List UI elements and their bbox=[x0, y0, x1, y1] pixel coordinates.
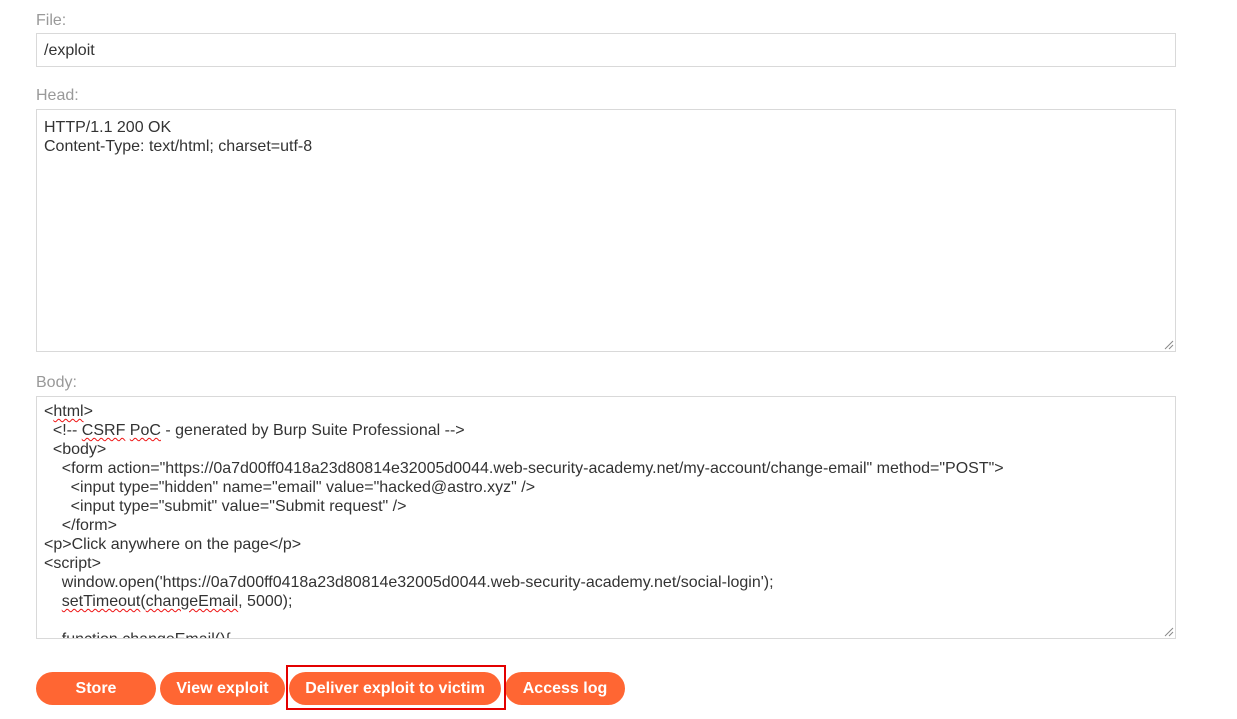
resize-grip-icon[interactable] bbox=[1163, 339, 1174, 350]
view-exploit-button[interactable]: View exploit bbox=[160, 672, 285, 705]
body-line: window.open('https://0a7d00ff0418a23d808… bbox=[44, 574, 774, 591]
body-line: <form action="https://0a7d00ff0418a23d80… bbox=[44, 460, 1004, 477]
body-line: </form> bbox=[44, 517, 117, 534]
head-line: Content-Type: text/html; charset=utf-8 bbox=[44, 138, 313, 155]
head-label: Head: bbox=[36, 87, 79, 104]
body-line: <body> bbox=[44, 441, 107, 458]
body-line: <input type="hidden" name="email" value=… bbox=[44, 479, 536, 496]
head-textarea[interactable]: HTTP/1.1 200 OK Content-Type: text/html;… bbox=[36, 109, 1176, 352]
resize-grip-icon[interactable] bbox=[1163, 626, 1174, 637]
body-textarea[interactable]: <html> <!-- CSRF PoC - generated by Burp… bbox=[36, 396, 1176, 639]
store-button[interactable]: Store bbox=[36, 672, 156, 705]
body-line: function changeEmail(){ bbox=[44, 630, 1168, 638]
file-input[interactable]: /exploit bbox=[36, 33, 1176, 67]
highlight-box bbox=[286, 665, 506, 710]
body-line: <p>Click anywhere on the page</p> bbox=[44, 536, 302, 553]
body-line: <script> bbox=[44, 555, 101, 572]
body-line: setTimeout(changeEmail, 5000); bbox=[61, 593, 293, 610]
access-log-button[interactable]: Access log bbox=[505, 672, 625, 705]
head-line: HTTP/1.1 200 OK bbox=[44, 119, 172, 136]
body-label: Body: bbox=[36, 374, 77, 391]
body-line: <input type="submit" value="Submit reque… bbox=[44, 498, 407, 515]
body-line: <!-- CSRF PoC - generated by Burp Suite … bbox=[44, 422, 465, 439]
body-line: <html> bbox=[44, 403, 93, 420]
body-line bbox=[44, 611, 1168, 630]
file-label: File: bbox=[36, 12, 67, 29]
